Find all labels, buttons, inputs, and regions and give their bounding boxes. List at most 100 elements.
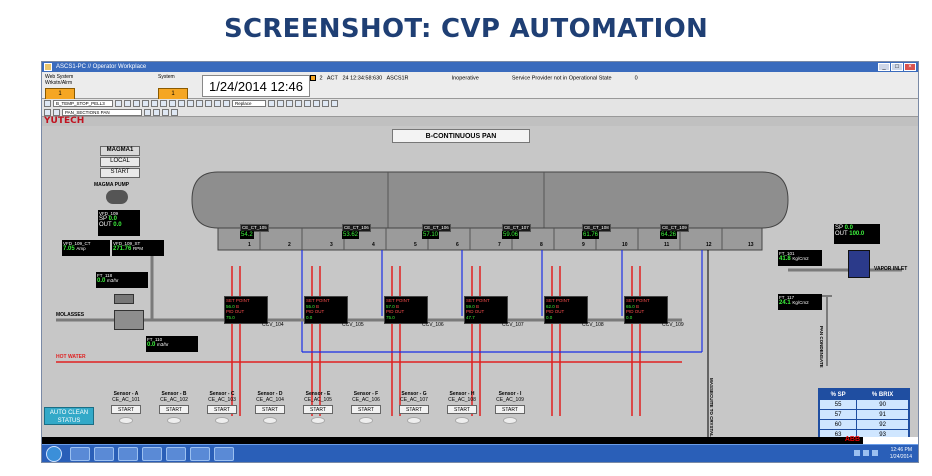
close-icon[interactable]: × — [904, 63, 916, 71]
maximize-icon[interactable]: □ — [891, 63, 903, 71]
tool-icon[interactable] — [153, 109, 160, 116]
tool-icon[interactable] — [277, 100, 284, 107]
volume-icon[interactable] — [872, 450, 878, 456]
tank-temp-value[interactable]: 59.06 — [502, 231, 520, 239]
system-alarm[interactable]: System 1 — [158, 74, 188, 100]
sensor-c: Sensor - C CE_AC_103 START — [198, 391, 246, 424]
sensor-start-button[interactable]: START — [111, 405, 141, 414]
network-icon[interactable] — [863, 450, 869, 456]
back-icon[interactable] — [44, 109, 51, 116]
flag-icon[interactable] — [854, 450, 860, 456]
tool-icon[interactable] — [133, 100, 140, 107]
ft101-display: FT_101 41.8 Kg/Cm2 — [778, 250, 822, 266]
pid-controller[interactable]: SET POINT 55.0 B PID OUT 0.0 — [304, 296, 348, 324]
section-number: 13 — [748, 242, 754, 248]
sensor-e: Sensor - E CE_AC_105 START — [294, 391, 342, 424]
vfd-faceplate[interactable]: VFD_109 SP 0.0 OUT 0.0 — [98, 210, 140, 236]
section-number: 8 — [540, 242, 543, 248]
sensor-start-button[interactable]: START — [303, 405, 333, 414]
ft118-display: FT_118 0.0 m3/hr — [96, 272, 148, 288]
tool-icon[interactable] — [169, 100, 176, 107]
sensor-start-button[interactable]: START — [447, 405, 477, 414]
app-icon[interactable] — [214, 447, 234, 461]
pid-controller[interactable]: SET POINT 59.0 B PID OUT 47.7 — [464, 296, 508, 324]
tool-icon[interactable] — [144, 109, 151, 116]
forward-icon[interactable] — [53, 109, 60, 116]
tool-icon[interactable] — [322, 100, 329, 107]
sensor-i: Sensor - I CE_AC_109 START — [486, 391, 534, 424]
tool-icon[interactable] — [115, 100, 122, 107]
toolbar-row-1: B_TEMP_STOP_PELL3 Replace — [42, 99, 338, 108]
pump-icon[interactable] — [106, 190, 128, 204]
nav-icon[interactable] — [44, 100, 51, 107]
sensor-start-button[interactable]: START — [159, 405, 189, 414]
aspect-combo[interactable]: B_TEMP_STOP_PELL3 — [53, 100, 113, 107]
tool-icon[interactable] — [187, 100, 194, 107]
sensor-start-button[interactable]: START — [351, 405, 381, 414]
alarm-status-bar: Web System Wrkstn/Alrm 1 System 1 1/24/2… — [42, 72, 918, 100]
tool-icon[interactable] — [304, 100, 311, 107]
ie-icon[interactable] — [70, 447, 90, 461]
app-icon[interactable] — [166, 447, 186, 461]
auto-clean-status: AUTO CLEAN STATUS — [44, 407, 94, 425]
local-button[interactable]: LOCAL — [100, 157, 140, 167]
ccv-label: CCV_104 — [262, 322, 284, 328]
tool-icon[interactable] — [178, 100, 185, 107]
tool-icon[interactable] — [124, 100, 131, 107]
tool-icon[interactable] — [142, 100, 149, 107]
sensor-start-button[interactable]: START — [255, 405, 285, 414]
tool-icon[interactable] — [331, 100, 338, 107]
replace-combo[interactable]: Replace — [232, 100, 266, 107]
tool-icon[interactable] — [196, 100, 203, 107]
pid-controller[interactable]: SET POINT 57.0 B PID OUT 75.0 — [384, 296, 428, 324]
ft117-display: FT_117 24.1 Kg/Cm2 — [778, 294, 822, 310]
explorer-icon[interactable] — [94, 447, 114, 461]
web-system-alarm[interactable]: Web System Wrkstn/Alrm 1 — [45, 74, 75, 100]
sensor-b: Sensor - B CE_AC_102 START — [150, 391, 198, 424]
tool-icon[interactable] — [162, 109, 169, 116]
minimize-icon[interactable]: _ — [878, 63, 890, 71]
molasses-valve-icon[interactable] — [114, 310, 144, 330]
tool-icon[interactable] — [223, 100, 230, 107]
display-combo[interactable]: PAN_SECTIONS PAN — [62, 109, 142, 116]
app-icon[interactable] — [190, 447, 210, 461]
section-number: 10 — [622, 242, 628, 248]
tool-icon[interactable] — [268, 100, 275, 107]
sensor-start-button[interactable]: START — [207, 405, 237, 414]
tool-icon[interactable] — [171, 109, 178, 116]
pid-controller[interactable]: SET POINT 56.0 B PID OUT 75.0 — [224, 296, 268, 324]
sensor-start-button[interactable]: START — [399, 405, 429, 414]
tool-icon[interactable] — [205, 100, 212, 107]
pid-controller[interactable]: SET POINT 65.0 B PID OUT 0.0 — [624, 296, 668, 324]
tool-icon[interactable] — [151, 100, 158, 107]
tool-icon[interactable] — [313, 100, 320, 107]
alarm-ack-box[interactable] — [310, 75, 316, 81]
tool-icon[interactable] — [295, 100, 302, 107]
vapor-valve-faceplate[interactable]: SP 0.0 OUT 100.0 — [834, 224, 880, 244]
section-number: 6 — [456, 242, 459, 248]
status-led — [215, 417, 229, 424]
alarm-line[interactable]: 2 ACT 24 12:34:58:630 ASCS1R Inoperative… — [310, 75, 638, 81]
sensor-h: Sensor - H CE_AC_108 START — [438, 391, 486, 424]
tank-temp-value[interactable]: 64.26 — [660, 231, 678, 239]
sensor-start-button[interactable]: START — [495, 405, 525, 414]
taskbar-clock[interactable]: 12:46 PM 1/24/2014 — [890, 447, 912, 461]
tool-icon[interactable] — [160, 100, 167, 107]
window-icon[interactable] — [142, 447, 162, 461]
vapor-valve-icon[interactable] — [848, 250, 870, 278]
tool-icon[interactable] — [214, 100, 221, 107]
tool-icon[interactable] — [286, 100, 293, 107]
media-icon[interactable] — [118, 447, 138, 461]
tank-temp-value[interactable]: 53.62 — [342, 231, 360, 239]
app-icon — [44, 63, 52, 71]
tank-temp-value[interactable]: 61.76 — [582, 231, 600, 239]
pid-controller[interactable]: SET POINT 62.0 B PID OUT 0.0 — [544, 296, 588, 324]
system-tray — [854, 450, 878, 456]
tank-temp-value[interactable]: 54.2 — [240, 231, 254, 239]
magma-start-button[interactable]: START — [100, 168, 140, 178]
section-number: 2 — [288, 242, 291, 248]
start-button[interactable] — [46, 446, 62, 462]
windows-taskbar: 12:46 PM 1/24/2014 — [42, 444, 918, 462]
tank-temp-value[interactable]: 57.10 — [422, 231, 440, 239]
ccv-label: CCV_105 — [342, 322, 364, 328]
